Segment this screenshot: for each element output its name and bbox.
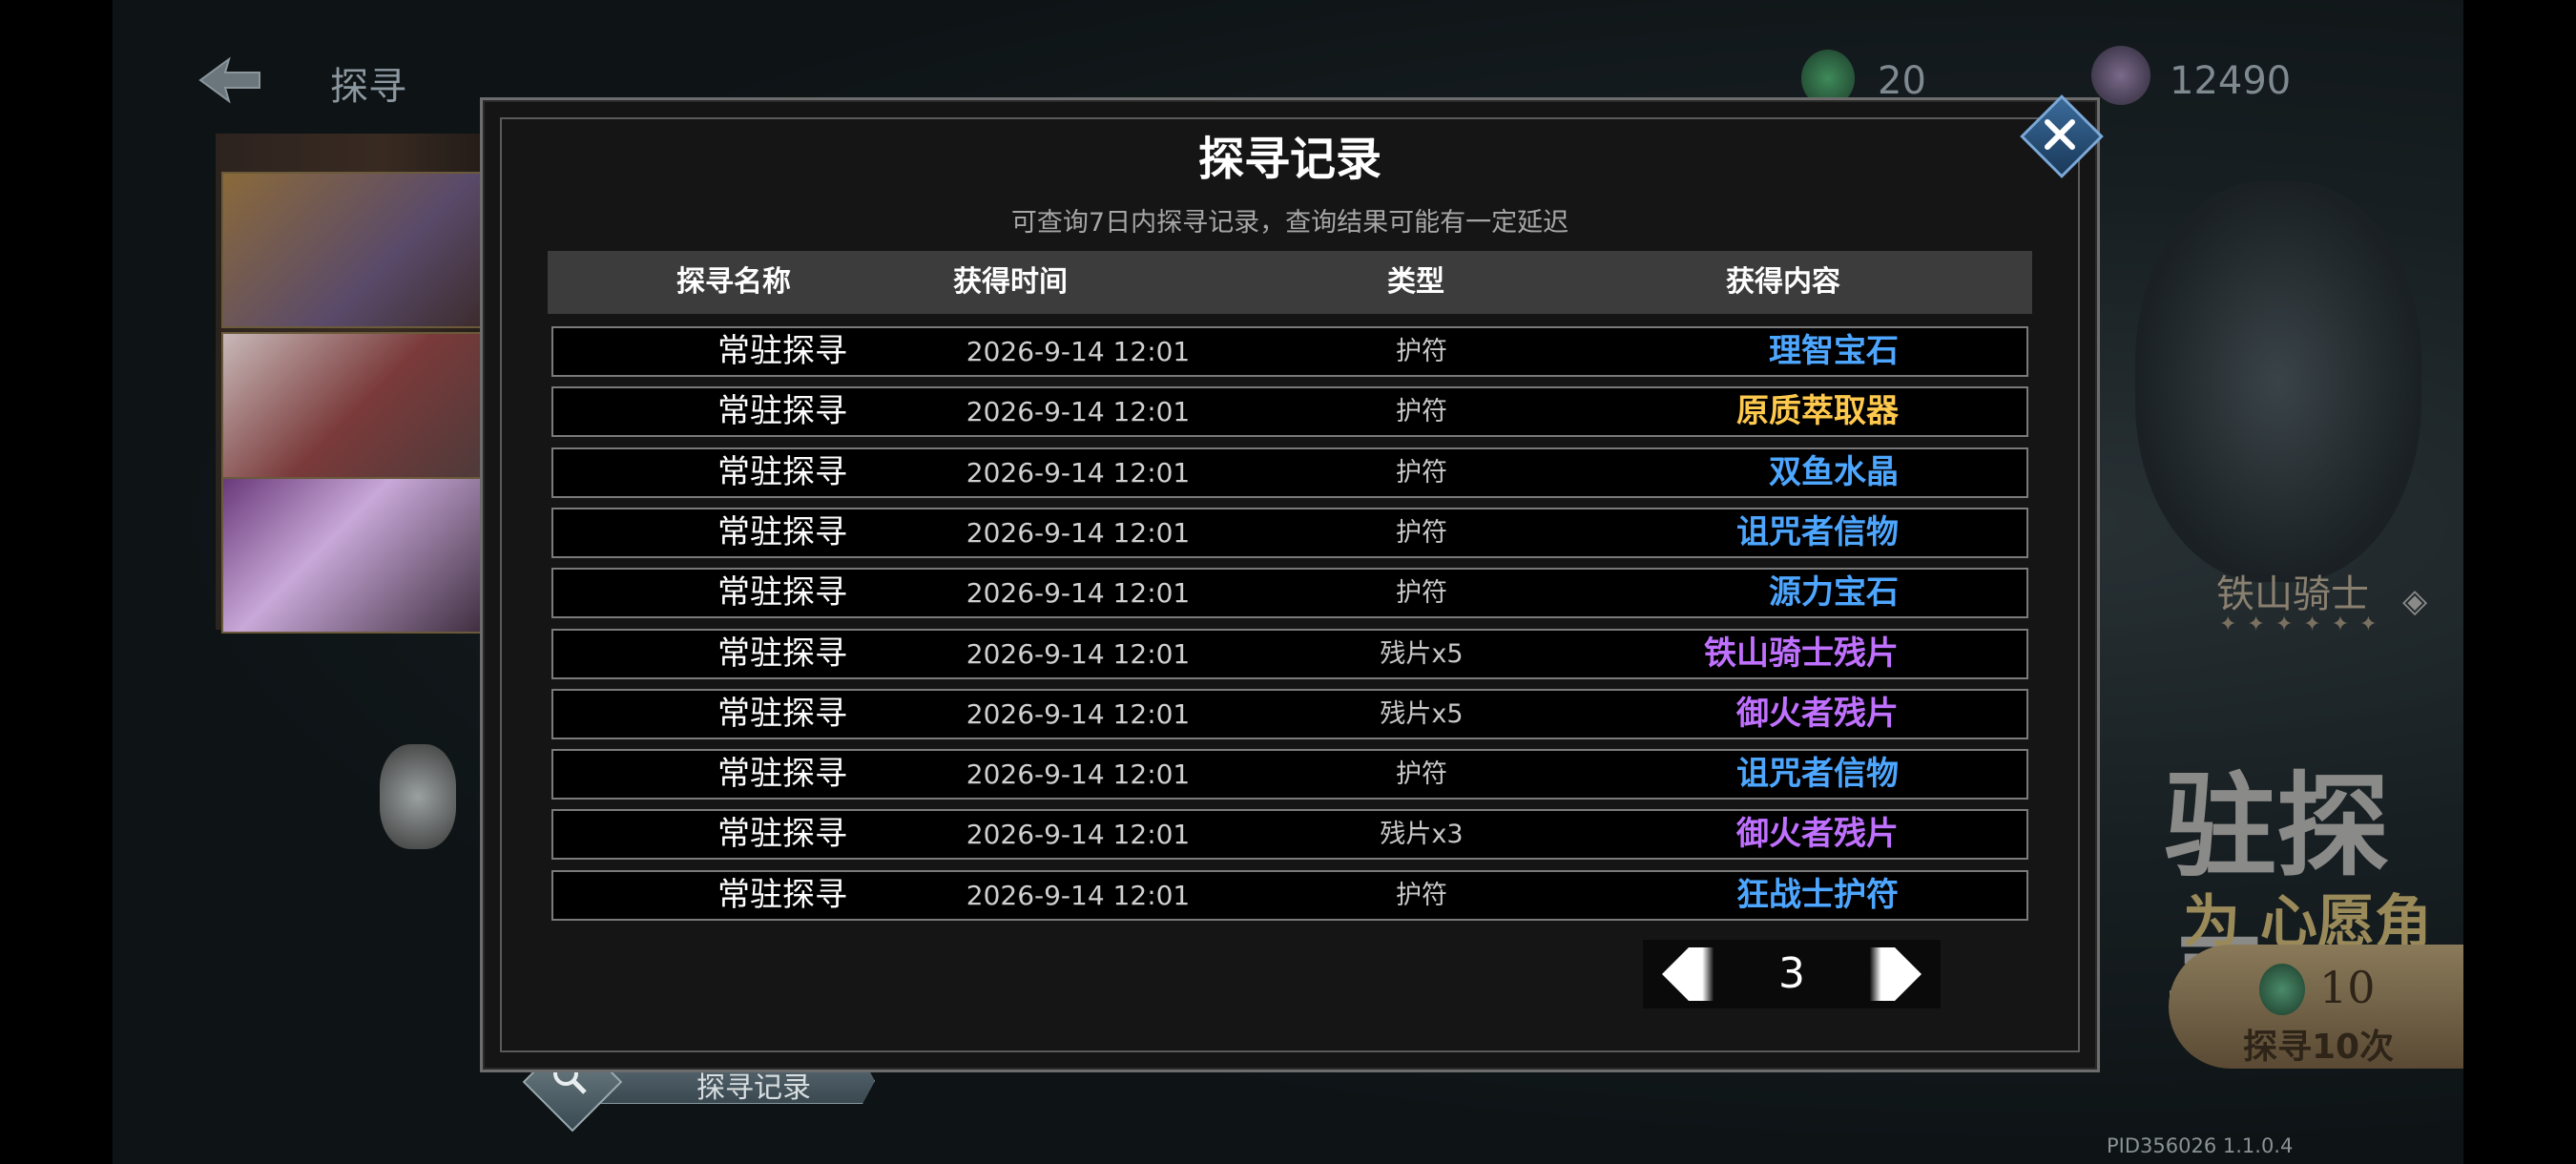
record-item: 原质萃取器	[1736, 392, 1899, 430]
featured-character	[2135, 181, 2421, 582]
record-item: 御火者残片	[1736, 695, 1899, 733]
pagination: 3	[1643, 940, 1941, 1008]
page-number: 3	[1778, 949, 1805, 998]
record-row: 常驻探寻 2026-9-14 12:01 护符 理智宝石	[551, 326, 2028, 377]
back-arrow-icon[interactable]	[197, 55, 263, 105]
record-item: 铁山骑士残片	[1704, 634, 1899, 673]
record-name: 常驻探寻	[717, 634, 847, 673]
arrow-left-icon[interactable]	[1643, 940, 1719, 1008]
info-icon[interactable]: ◈	[2402, 582, 2441, 620]
record-modal: 探寻记录 可查询7日内探寻记录，查询结果可能有一定延迟 探寻名称 获得时间 类型…	[480, 97, 2100, 1072]
record-row: 常驻探寻 2026-9-14 12:01 护符 诅咒者信物	[551, 749, 2028, 800]
record-item: 双鱼水晶	[1769, 453, 1899, 491]
record-row: 常驻探寻 2026-9-14 12:01 护符 源力宝石	[551, 568, 2028, 618]
record-row: 常驻探寻 2026-9-14 12:01 护符 狂战士护符	[551, 870, 2028, 921]
record-time: 2026-9-14 12:01	[966, 638, 1191, 670]
record-type: 护符	[1396, 881, 1447, 910]
crystal-currency-icon	[2091, 46, 2150, 105]
record-type: 残片x5	[1380, 699, 1464, 729]
pull-10-cost: 10	[2319, 962, 2376, 1013]
table-header: 探寻名称 获得时间 类型 获得内容	[548, 251, 2032, 314]
record-item: 源力宝石	[1769, 573, 1899, 612]
record-type: 护符	[1396, 397, 1447, 426]
record-time: 2026-9-14 12:01	[966, 457, 1191, 488]
record-time: 2026-9-14 12:01	[966, 396, 1191, 427]
record-time: 2026-9-14 12:01	[966, 759, 1191, 790]
pull-10-label: 探寻10次	[2243, 1028, 2395, 1067]
record-row: 常驻探寻 2026-9-14 12:01 护符 原质萃取器	[551, 386, 2028, 437]
modal-title: 探寻记录	[1197, 133, 1381, 186]
record-item: 狂战士护符	[1736, 876, 1899, 914]
record-row: 常驻探寻 2026-9-14 12:01 护符 诅咒者信物	[551, 508, 2028, 558]
record-name: 常驻探寻	[717, 573, 847, 612]
record-time: 2026-9-14 12:01	[966, 880, 1191, 911]
record-item: 理智宝石	[1769, 332, 1899, 370]
column-header-item: 获得内容	[1726, 265, 1840, 299]
record-time: 2026-9-14 12:01	[966, 819, 1191, 850]
record-name: 常驻探寻	[717, 392, 847, 430]
screen: 探寻 20 12490 铁山骑士 ✦ ✦ ✦ ✦ ✦ ✦ 驻探寻 为 心愿角色！…	[0, 0, 2576, 1164]
record-row: 常驻探寻 2026-9-14 12:01 残片x5 铁山骑士残片	[551, 629, 2028, 679]
record-item: 诅咒者信物	[1736, 755, 1899, 793]
record-name: 常驻探寻	[717, 876, 847, 914]
banner-portrait-1[interactable]	[221, 172, 492, 328]
record-type: 护符	[1396, 518, 1447, 548]
rarity-stars: ✦ ✦ ✦ ✦ ✦ ✦	[2219, 613, 2379, 636]
column-header-time: 获得时间	[953, 265, 1068, 299]
record-time: 2026-9-14 12:01	[966, 517, 1191, 549]
pull-10-button[interactable]: 10 探寻10次	[2169, 945, 2463, 1069]
record-row: 常驻探寻 2026-9-14 12:01 残片x3 御火者残片	[551, 809, 2028, 860]
record-type: 残片x5	[1380, 639, 1464, 669]
pid-version-text: PID356026 1.1.0.4	[2107, 1134, 2294, 1157]
record-type: 护符	[1396, 759, 1447, 789]
record-row: 常驻探寻 2026-9-14 12:01 残片x5 御火者残片	[551, 689, 2028, 739]
currency-2-value: 12490	[2170, 59, 2292, 103]
record-name: 常驻探寻	[717, 453, 847, 491]
banner-portrait-2[interactable]	[221, 332, 492, 488]
screen-title: 探寻	[330, 65, 406, 109]
record-time: 2026-9-14 12:01	[966, 336, 1191, 367]
record-name: 常驻探寻	[717, 513, 847, 551]
emblem-icon	[380, 744, 456, 849]
record-type: 护符	[1396, 458, 1447, 488]
record-name: 常驻探寻	[717, 815, 847, 853]
record-type: 护符	[1396, 578, 1447, 608]
record-time: 2026-9-14 12:01	[966, 577, 1191, 609]
record-name: 常驻探寻	[717, 332, 847, 370]
banner-portrait-3[interactable]	[221, 477, 492, 634]
record-type: 护符	[1396, 337, 1447, 366]
close-button[interactable]	[2020, 94, 2104, 178]
modal-subtitle: 可查询7日内探寻记录，查询结果可能有一定延迟	[1010, 208, 1569, 238]
close-icon	[2045, 119, 2075, 150]
column-header-name: 探寻名称	[676, 265, 791, 299]
record-type: 残片x3	[1380, 820, 1464, 849]
record-name: 常驻探寻	[717, 695, 847, 733]
record-time: 2026-9-14 12:01	[966, 698, 1191, 730]
featured-character-name: 铁山骑士	[2216, 572, 2369, 616]
record-row: 常驻探寻 2026-9-14 12:01 护符 双鱼水晶	[551, 447, 2028, 498]
record-name: 常驻探寻	[717, 755, 847, 793]
arrow-right-icon[interactable]	[1864, 940, 1941, 1008]
record-item: 诅咒者信物	[1736, 513, 1899, 551]
record-item: 御火者残片	[1736, 815, 1899, 853]
gem-cost-icon	[2259, 964, 2305, 1015]
column-header-type: 类型	[1387, 265, 1444, 299]
